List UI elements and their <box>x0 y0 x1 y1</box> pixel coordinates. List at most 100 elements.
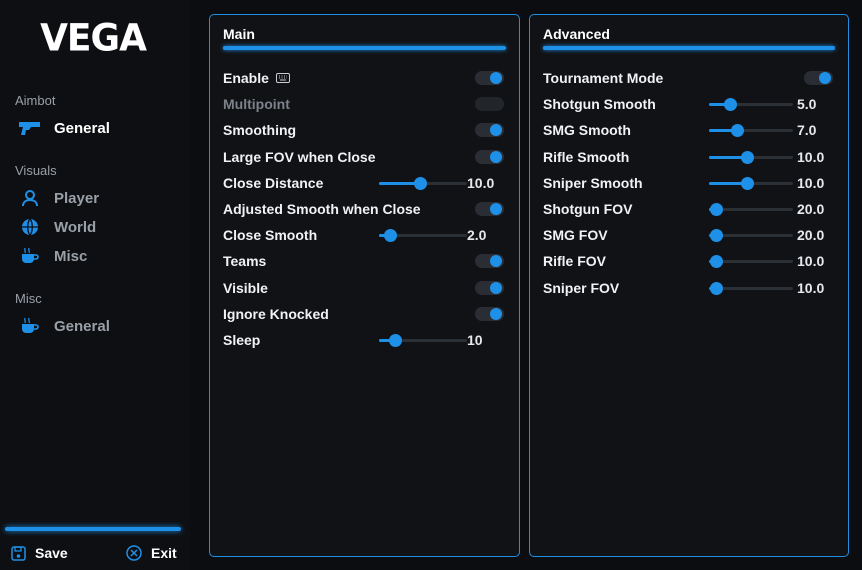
app-logo: VEGA <box>40 16 147 61</box>
slider-value: 10.0 <box>467 174 495 191</box>
slider-smg-fov[interactable] <box>709 228 793 243</box>
slider-rifle-fov[interactable] <box>709 254 793 269</box>
slider-value: 10 <box>467 332 483 348</box>
slider-shotgun-smooth[interactable] <box>709 97 793 112</box>
slider-thumb[interactable] <box>709 281 723 295</box>
setting-label: Ignore Knocked <box>223 305 329 322</box>
toggle-visible[interactable] <box>475 280 504 295</box>
slider-thumb[interactable] <box>740 150 754 164</box>
setting-label: Visible <box>223 279 268 296</box>
setting-label: SMG FOV <box>543 227 608 244</box>
slider-rifle-smooth[interactable] <box>709 150 793 164</box>
setting-close-smooth: Close Smooth <box>223 226 317 244</box>
sidebar-item-misc[interactable]: Misc <box>18 245 87 267</box>
slider-thumb[interactable] <box>709 255 723 269</box>
setting-label: Enable <box>223 70 269 86</box>
sidebar-item-world[interactable]: World <box>18 216 96 238</box>
cup-icon <box>18 246 42 266</box>
panel-title-underline <box>543 46 835 50</box>
setting-label: SMG Smooth <box>543 122 631 139</box>
setting-shotgun-fov: Shotgun FOV <box>543 200 632 218</box>
globe-icon <box>18 217 42 237</box>
setting-label: Rifle Smooth <box>543 148 630 165</box>
save-button[interactable]: Save <box>10 544 68 562</box>
setting-label: Shotgun FOV <box>543 201 633 217</box>
sidebar-item-label: Misc <box>54 247 88 265</box>
slider-close-smooth[interactable] <box>379 228 467 243</box>
toggle-knob <box>490 124 502 137</box>
sidebar-item-misc-general[interactable]: General <box>18 315 110 337</box>
setting-sleep: Sleep <box>223 331 260 349</box>
slider-sniper-smooth[interactable] <box>709 176 793 190</box>
slider-thumb[interactable] <box>740 176 754 190</box>
slider-shotgun-fov[interactable] <box>709 202 793 216</box>
sidebar-item-player[interactable]: Player <box>18 187 99 209</box>
setting-multipoint: Multipoint <box>223 95 290 113</box>
toggle-adjusted-smooth-when-close[interactable] <box>475 202 504 216</box>
cup-icon <box>18 316 42 336</box>
toggle-smoothing[interactable] <box>475 123 504 138</box>
sidebar-item-label: World <box>54 218 97 236</box>
setting-label: Adjusted Smooth when Close <box>223 201 421 217</box>
toggle-knob <box>490 150 502 163</box>
toggle-knob <box>490 72 502 84</box>
keyboard-icon[interactable] <box>275 73 290 83</box>
slider-value: 10.0 <box>797 174 825 191</box>
setting-label: Tournament Mode <box>543 70 664 86</box>
save-icon <box>10 545 26 561</box>
toggle-knob <box>490 281 502 294</box>
save-label: Save <box>35 545 68 561</box>
setting-label: Smoothing <box>223 122 297 139</box>
toggle-ignore-knocked[interactable] <box>475 306 504 321</box>
setting-label: Close Smooth <box>223 227 318 244</box>
close-circle-icon <box>126 545 142 561</box>
setting-label: Rifle FOV <box>543 253 607 270</box>
setting-large-fov-when-close: Large FOV when Close <box>223 148 375 166</box>
toggle-knob <box>819 72 831 84</box>
setting-smg-fov: SMG FOV <box>543 226 608 244</box>
section-title-aimbot: Aimbot <box>15 93 56 108</box>
user-icon <box>18 188 42 208</box>
setting-label: Teams <box>223 253 267 270</box>
setting-smoothing: Smoothing <box>223 121 296 139</box>
setting-sniper-smooth: Sniper Smooth <box>543 174 643 192</box>
sidebar-item-label: General <box>54 317 110 335</box>
toggle-knob <box>490 203 502 215</box>
slider-thumb[interactable] <box>724 98 737 112</box>
setting-label: Large FOV when Close <box>223 148 376 165</box>
slider-thumb[interactable] <box>709 203 723 216</box>
toggle-teams[interactable] <box>475 254 504 269</box>
setting-shotgun-smooth: Shotgun Smooth <box>543 95 656 113</box>
slider-sleep[interactable] <box>379 333 467 347</box>
sidebar-item-label: Player <box>54 189 100 207</box>
toggle-multipoint[interactable] <box>475 97 504 112</box>
setting-adjusted-smooth-when-close: Adjusted Smooth when Close <box>223 200 421 218</box>
slider-value: 7.0 <box>797 122 817 139</box>
toggle-enable[interactable] <box>475 71 504 85</box>
panel-title-underline <box>223 46 506 50</box>
slider-value: 20.0 <box>797 227 825 244</box>
slider-value: 10.0 <box>797 253 825 270</box>
exit-button[interactable]: Exit <box>126 544 177 562</box>
setting-rifle-smooth: Rifle Smooth <box>543 148 629 166</box>
setting-sniper-fov: Sniper FOV <box>543 279 619 297</box>
slider-thumb[interactable] <box>414 176 428 190</box>
setting-teams: Teams <box>223 252 266 270</box>
slider-value: 10.0 <box>797 148 825 165</box>
slider-smg-smooth[interactable] <box>709 123 793 138</box>
sidebar: VEGA Aimbot General Visuals Player World… <box>0 0 190 570</box>
toggle-tournament-mode[interactable] <box>804 71 833 85</box>
slider-close-distance[interactable] <box>379 176 467 190</box>
slider-thumb[interactable] <box>388 334 402 347</box>
slider-thumb[interactable] <box>730 124 744 138</box>
sidebar-item-aimbot-general[interactable]: General <box>18 117 110 139</box>
slider-thumb[interactable] <box>709 229 723 243</box>
main-panel: Main Enable Multipoint Smoothing Large FOV … <box>209 14 520 557</box>
sidebar-item-label: General <box>54 119 110 137</box>
slider-thumb[interactable] <box>384 229 398 243</box>
setting-label: Sniper Smooth <box>543 174 643 191</box>
toggle-large-fov-when-close[interactable] <box>475 149 504 164</box>
slider-sniper-fov[interactable] <box>709 281 793 295</box>
setting-close-distance: Close Distance <box>223 174 323 192</box>
setting-label: Sniper FOV <box>543 279 620 296</box>
